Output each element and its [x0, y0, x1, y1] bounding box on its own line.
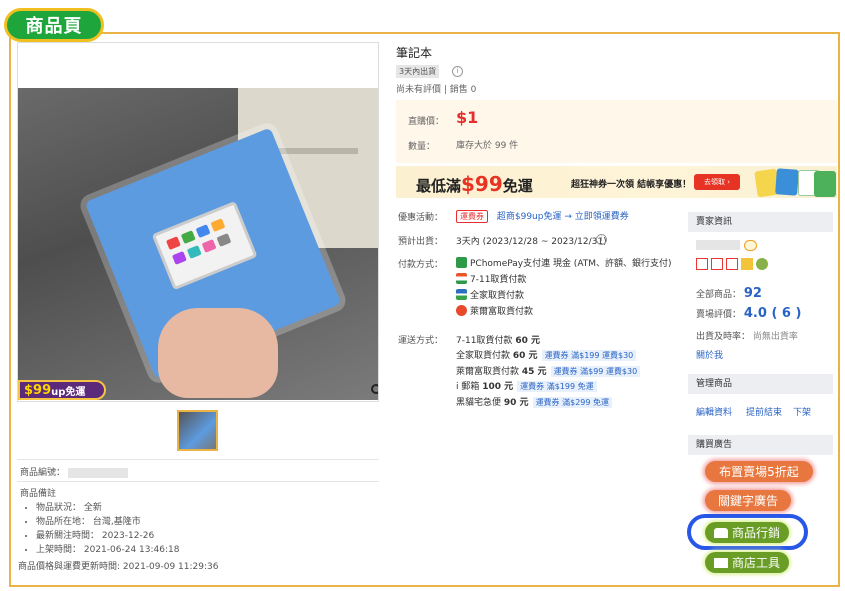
familymart-icon — [456, 289, 467, 300]
price-value: $1 — [456, 108, 479, 127]
banner-claim-button[interactable]: 去領取 › — [694, 174, 740, 190]
update-time: 商品價格與運費更新時間: 2021-09-09 11:29:36 — [18, 562, 219, 572]
store-decor-button[interactable]: 布置賣場5折起 — [705, 461, 813, 482]
promo-row: 運費券 超商$99up免運 → 立即領運費券 — [456, 209, 629, 223]
item-notes: 商品備註 物品狀況： 全新 物品所在地： 台灣,基隆市 最新關注時間： 2023… — [20, 488, 179, 557]
note-item: 物品狀況： 全新 — [36, 501, 179, 515]
promo-link[interactable]: 超商$99up免運 → 立即領運費券 — [497, 212, 629, 222]
seller-badges-icon — [696, 258, 768, 270]
pay-method: PChomePay支付連 現金 (ATM、許額、銀行支付) — [456, 256, 672, 269]
note-item: 上架時間： 2021-06-24 13:46:18 — [36, 543, 179, 557]
ship-rate: 出貨及時率： 尚無出貨率 — [696, 332, 798, 342]
end-early-link[interactable]: 提前結束 — [746, 405, 782, 418]
banner-headline: 最低滿$99免運 — [416, 172, 533, 196]
coupon-tag: 運費券 — [456, 210, 488, 223]
keyword-ads-button[interactable]: 關鍵字廣告 — [705, 490, 791, 511]
qty-label: 數量： — [408, 142, 436, 152]
seven-eleven-icon — [456, 273, 467, 284]
promo-label: 優惠活動： — [398, 213, 444, 223]
promo-banner[interactable]: 最低滿$99免運 超狂神券一次領 結帳享優惠！ 去領取 › — [396, 166, 837, 198]
eta-label: 預計出貨： — [398, 237, 444, 247]
seller-info-header: 賣家資訊 — [688, 212, 833, 232]
manage-header: 管理商品 — [688, 374, 833, 394]
info-icon[interactable]: i — [596, 234, 607, 245]
notes-title: 商品備註 — [20, 489, 57, 499]
hand-image — [158, 308, 278, 398]
ship-option: 萊爾富取貨付款 45 元運費券 滿$99 運費$30 — [456, 364, 641, 377]
page-tag: 商品頁 — [4, 8, 104, 42]
store-rating: 賣場評價： 4.0 ( 6 ) — [696, 306, 802, 321]
ads-header: 購買廣告 — [688, 435, 833, 455]
free-shipping-badge: $99 up免運 — [18, 380, 106, 400]
stock-text: 庫存大於 99 件 — [456, 141, 519, 151]
product-title: 筆記本 — [396, 46, 433, 60]
ship-speed-badge: 3天內出貨 — [396, 65, 440, 78]
pay-method: 全家取貨付款 — [456, 288, 524, 301]
price-label: 直購價： — [408, 117, 445, 127]
total-items: 全部商品： 92 — [696, 286, 762, 301]
divider — [17, 459, 379, 460]
note-item: 最新關注時間： 2023-12-26 — [36, 529, 179, 543]
store-tools-icon — [713, 557, 728, 568]
about-link[interactable]: 關於我 — [696, 348, 723, 361]
product-image-box[interactable]: $99 up免運 — [17, 42, 379, 402]
chat-icon[interactable] — [744, 240, 757, 251]
price-box: 直購價： $1 數量： 庫存大於 99 件 — [396, 100, 837, 163]
hilife-icon — [456, 305, 467, 316]
product-photo — [18, 88, 378, 400]
store-tools-button[interactable]: 商店工具 — [705, 552, 789, 573]
product-thumbnail[interactable] — [177, 410, 218, 451]
pay-method: 7-11取貨付款 — [456, 272, 526, 285]
ship-option: i 郵箱 100 元運費券 滿$199 免運 — [456, 379, 597, 392]
info-icon[interactable]: i — [452, 66, 463, 77]
product-marketing-button[interactable]: 商品行銷 — [705, 522, 789, 543]
marketing-icon — [713, 527, 728, 538]
ship-label: 運送方式： — [398, 336, 444, 346]
delist-link[interactable]: 下架 — [793, 405, 811, 418]
pay-method: 萊爾富取貨付款 — [456, 304, 533, 317]
seller-name[interactable] — [696, 240, 740, 251]
pchomepay-icon — [456, 257, 467, 268]
coupon-cards-graphic — [754, 168, 836, 198]
eta-value: 3天內 (2023/12/28 ~ 2023/12/31) — [456, 237, 607, 247]
divider — [17, 481, 379, 482]
rating-line: 尚未有評價 | 銷售 0 — [396, 85, 477, 95]
ship-option: 黑貓宅急便 90 元運費券 滿$299 免運 — [456, 395, 613, 408]
zoom-icon[interactable] — [370, 383, 379, 397]
pay-label: 付款方式： — [398, 260, 444, 270]
note-item: 物品所在地： 台灣,基隆市 — [36, 515, 179, 529]
ship-option: 7-11取貨付款 60 元 — [456, 336, 540, 346]
ship-option: 全家取貨付款 60 元運費券 滿$199 運費$30 — [456, 348, 637, 361]
banner-subtext: 超狂神券一次領 結帳享優惠！ — [571, 180, 692, 190]
item-number: 商品編號： — [20, 465, 128, 478]
edit-link[interactable]: 編輯資料 — [696, 405, 732, 418]
